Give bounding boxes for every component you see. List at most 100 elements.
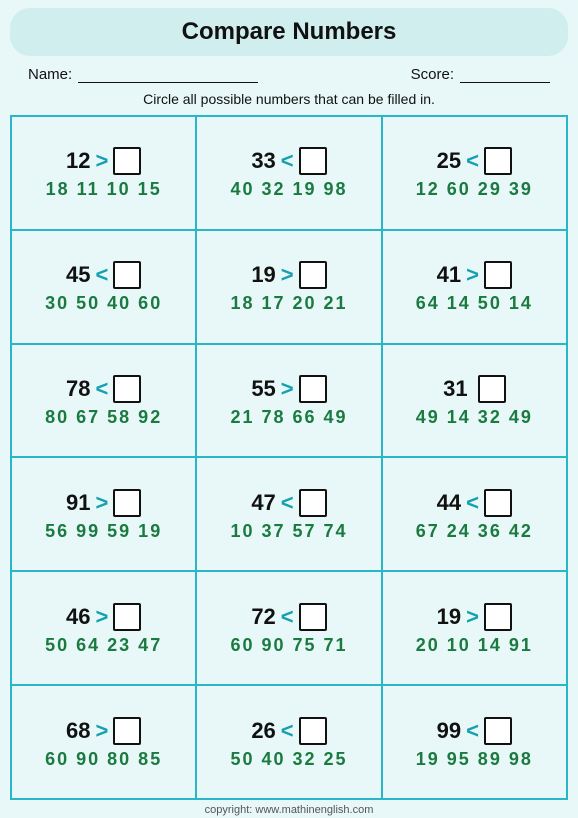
problem-operator-1: < (281, 148, 294, 174)
problem-cell-8: 31 49 14 32 49 (382, 344, 567, 458)
problem-operator-9: > (95, 490, 108, 516)
problem-number-9: 91 (66, 490, 90, 516)
score-label: Score: (411, 66, 454, 83)
problem-operator-0: > (95, 148, 108, 174)
problem-number-13: 72 (251, 604, 275, 630)
page-title: Compare Numbers (10, 18, 568, 46)
problem-operator-10: < (281, 490, 294, 516)
problem-operator-17: < (466, 718, 479, 744)
problem-number-11: 44 (437, 490, 461, 516)
problem-box-8[interactable] (478, 375, 506, 403)
problem-cell-11: 44<67 24 36 42 (382, 457, 567, 571)
problems-grid: 12>18 11 10 1533<40 32 19 9825<12 60 29 … (10, 115, 568, 800)
problem-row-16: 26< (251, 717, 326, 745)
problem-choices-14: 20 10 14 91 (416, 635, 533, 656)
problem-row-11: 44< (437, 489, 512, 517)
problem-box-0[interactable] (113, 147, 141, 175)
problem-number-6: 78 (66, 376, 90, 402)
problem-box-3[interactable] (113, 261, 141, 289)
problem-row-1: 33< (251, 147, 326, 175)
problem-box-12[interactable] (113, 603, 141, 631)
problem-box-2[interactable] (484, 147, 512, 175)
problem-box-16[interactable] (299, 717, 327, 745)
problem-box-5[interactable] (484, 261, 512, 289)
problem-number-15: 68 (66, 718, 90, 744)
problem-operator-16: < (281, 718, 294, 744)
problem-choices-9: 56 99 59 19 (45, 521, 162, 542)
problem-row-0: 12> (66, 147, 141, 175)
problem-cell-9: 91>56 99 59 19 (11, 457, 196, 571)
problem-operator-4: > (281, 262, 294, 288)
name-score-row: Name: Score: (10, 62, 568, 87)
problem-row-2: 25< (437, 147, 512, 175)
problem-choices-16: 50 40 32 25 (230, 749, 347, 770)
problem-row-4: 19> (251, 261, 326, 289)
problem-choices-6: 80 67 58 92 (45, 407, 162, 428)
problem-box-9[interactable] (113, 489, 141, 517)
problem-choices-1: 40 32 19 98 (230, 179, 347, 200)
problem-row-5: 41> (437, 261, 512, 289)
problem-row-17: 99< (437, 717, 512, 745)
problem-number-8: 31 (443, 376, 467, 402)
problem-box-13[interactable] (299, 603, 327, 631)
score-underline[interactable] (460, 67, 550, 83)
problem-cell-14: 19> 20 10 14 91 (382, 571, 567, 685)
problem-operator-11: < (466, 490, 479, 516)
problem-number-0: 12 (66, 148, 90, 174)
problem-choices-11: 67 24 36 42 (416, 521, 533, 542)
problem-row-14: 19> (437, 603, 512, 631)
problem-number-14: 19 (437, 604, 461, 630)
problem-row-12: 46> (66, 603, 141, 631)
problem-number-1: 33 (251, 148, 275, 174)
problem-row-10: 47< (251, 489, 326, 517)
problem-number-3: 45 (66, 262, 90, 288)
problem-number-2: 25 (437, 148, 461, 174)
problem-number-12: 46 (66, 604, 90, 630)
problem-cell-5: 41>64 14 50 14 (382, 230, 567, 344)
problem-row-9: 91> (66, 489, 141, 517)
problem-number-16: 26 (251, 718, 275, 744)
problem-cell-16: 26<50 40 32 25 (196, 685, 381, 799)
problem-cell-12: 46>50 64 23 47 (11, 571, 196, 685)
problem-choices-4: 18 17 20 21 (230, 293, 347, 314)
title-bar: Compare Numbers (10, 8, 568, 56)
problem-box-7[interactable] (299, 375, 327, 403)
name-field: Name: (28, 66, 258, 83)
problem-number-7: 55 (251, 376, 275, 402)
problem-operator-3: < (95, 262, 108, 288)
problem-operator-6: < (95, 376, 108, 402)
problem-row-3: 45< (66, 261, 141, 289)
problem-choices-15: 60 90 80 85 (45, 749, 162, 770)
problem-box-11[interactable] (484, 489, 512, 517)
problem-number-10: 47 (251, 490, 275, 516)
problem-box-14[interactable] (484, 603, 512, 631)
page: Compare Numbers Name: Score: Circle all … (0, 0, 578, 818)
problem-cell-6: 78<80 67 58 92 (11, 344, 196, 458)
problem-number-4: 19 (251, 262, 275, 288)
problem-box-15[interactable] (113, 717, 141, 745)
score-field: Score: (411, 66, 550, 83)
problem-row-8: 31 (443, 375, 505, 403)
problem-number-5: 41 (437, 262, 461, 288)
problem-box-17[interactable] (484, 717, 512, 745)
problem-box-1[interactable] (299, 147, 327, 175)
problem-choices-0: 18 11 10 15 (46, 179, 162, 200)
name-underline[interactable] (78, 67, 258, 83)
problem-cell-1: 33<40 32 19 98 (196, 116, 381, 230)
problem-box-6[interactable] (113, 375, 141, 403)
instruction: Circle all possible numbers that can be … (143, 91, 435, 107)
problem-cell-0: 12>18 11 10 15 (11, 116, 196, 230)
problem-row-13: 72< (251, 603, 326, 631)
problem-operator-13: < (281, 604, 294, 630)
problem-operator-12: > (95, 604, 108, 630)
problem-choices-3: 30 50 40 60 (45, 293, 162, 314)
problem-row-15: 68> (66, 717, 141, 745)
problem-box-4[interactable] (299, 261, 327, 289)
problem-cell-3: 45<30 50 40 60 (11, 230, 196, 344)
problem-box-10[interactable] (299, 489, 327, 517)
problem-cell-10: 47<10 37 57 74 (196, 457, 381, 571)
problem-cell-15: 68> 60 90 80 85 (11, 685, 196, 799)
problem-row-7: 55> (251, 375, 326, 403)
problem-choices-7: 21 78 66 49 (230, 407, 347, 428)
problem-number-17: 99 (437, 718, 461, 744)
